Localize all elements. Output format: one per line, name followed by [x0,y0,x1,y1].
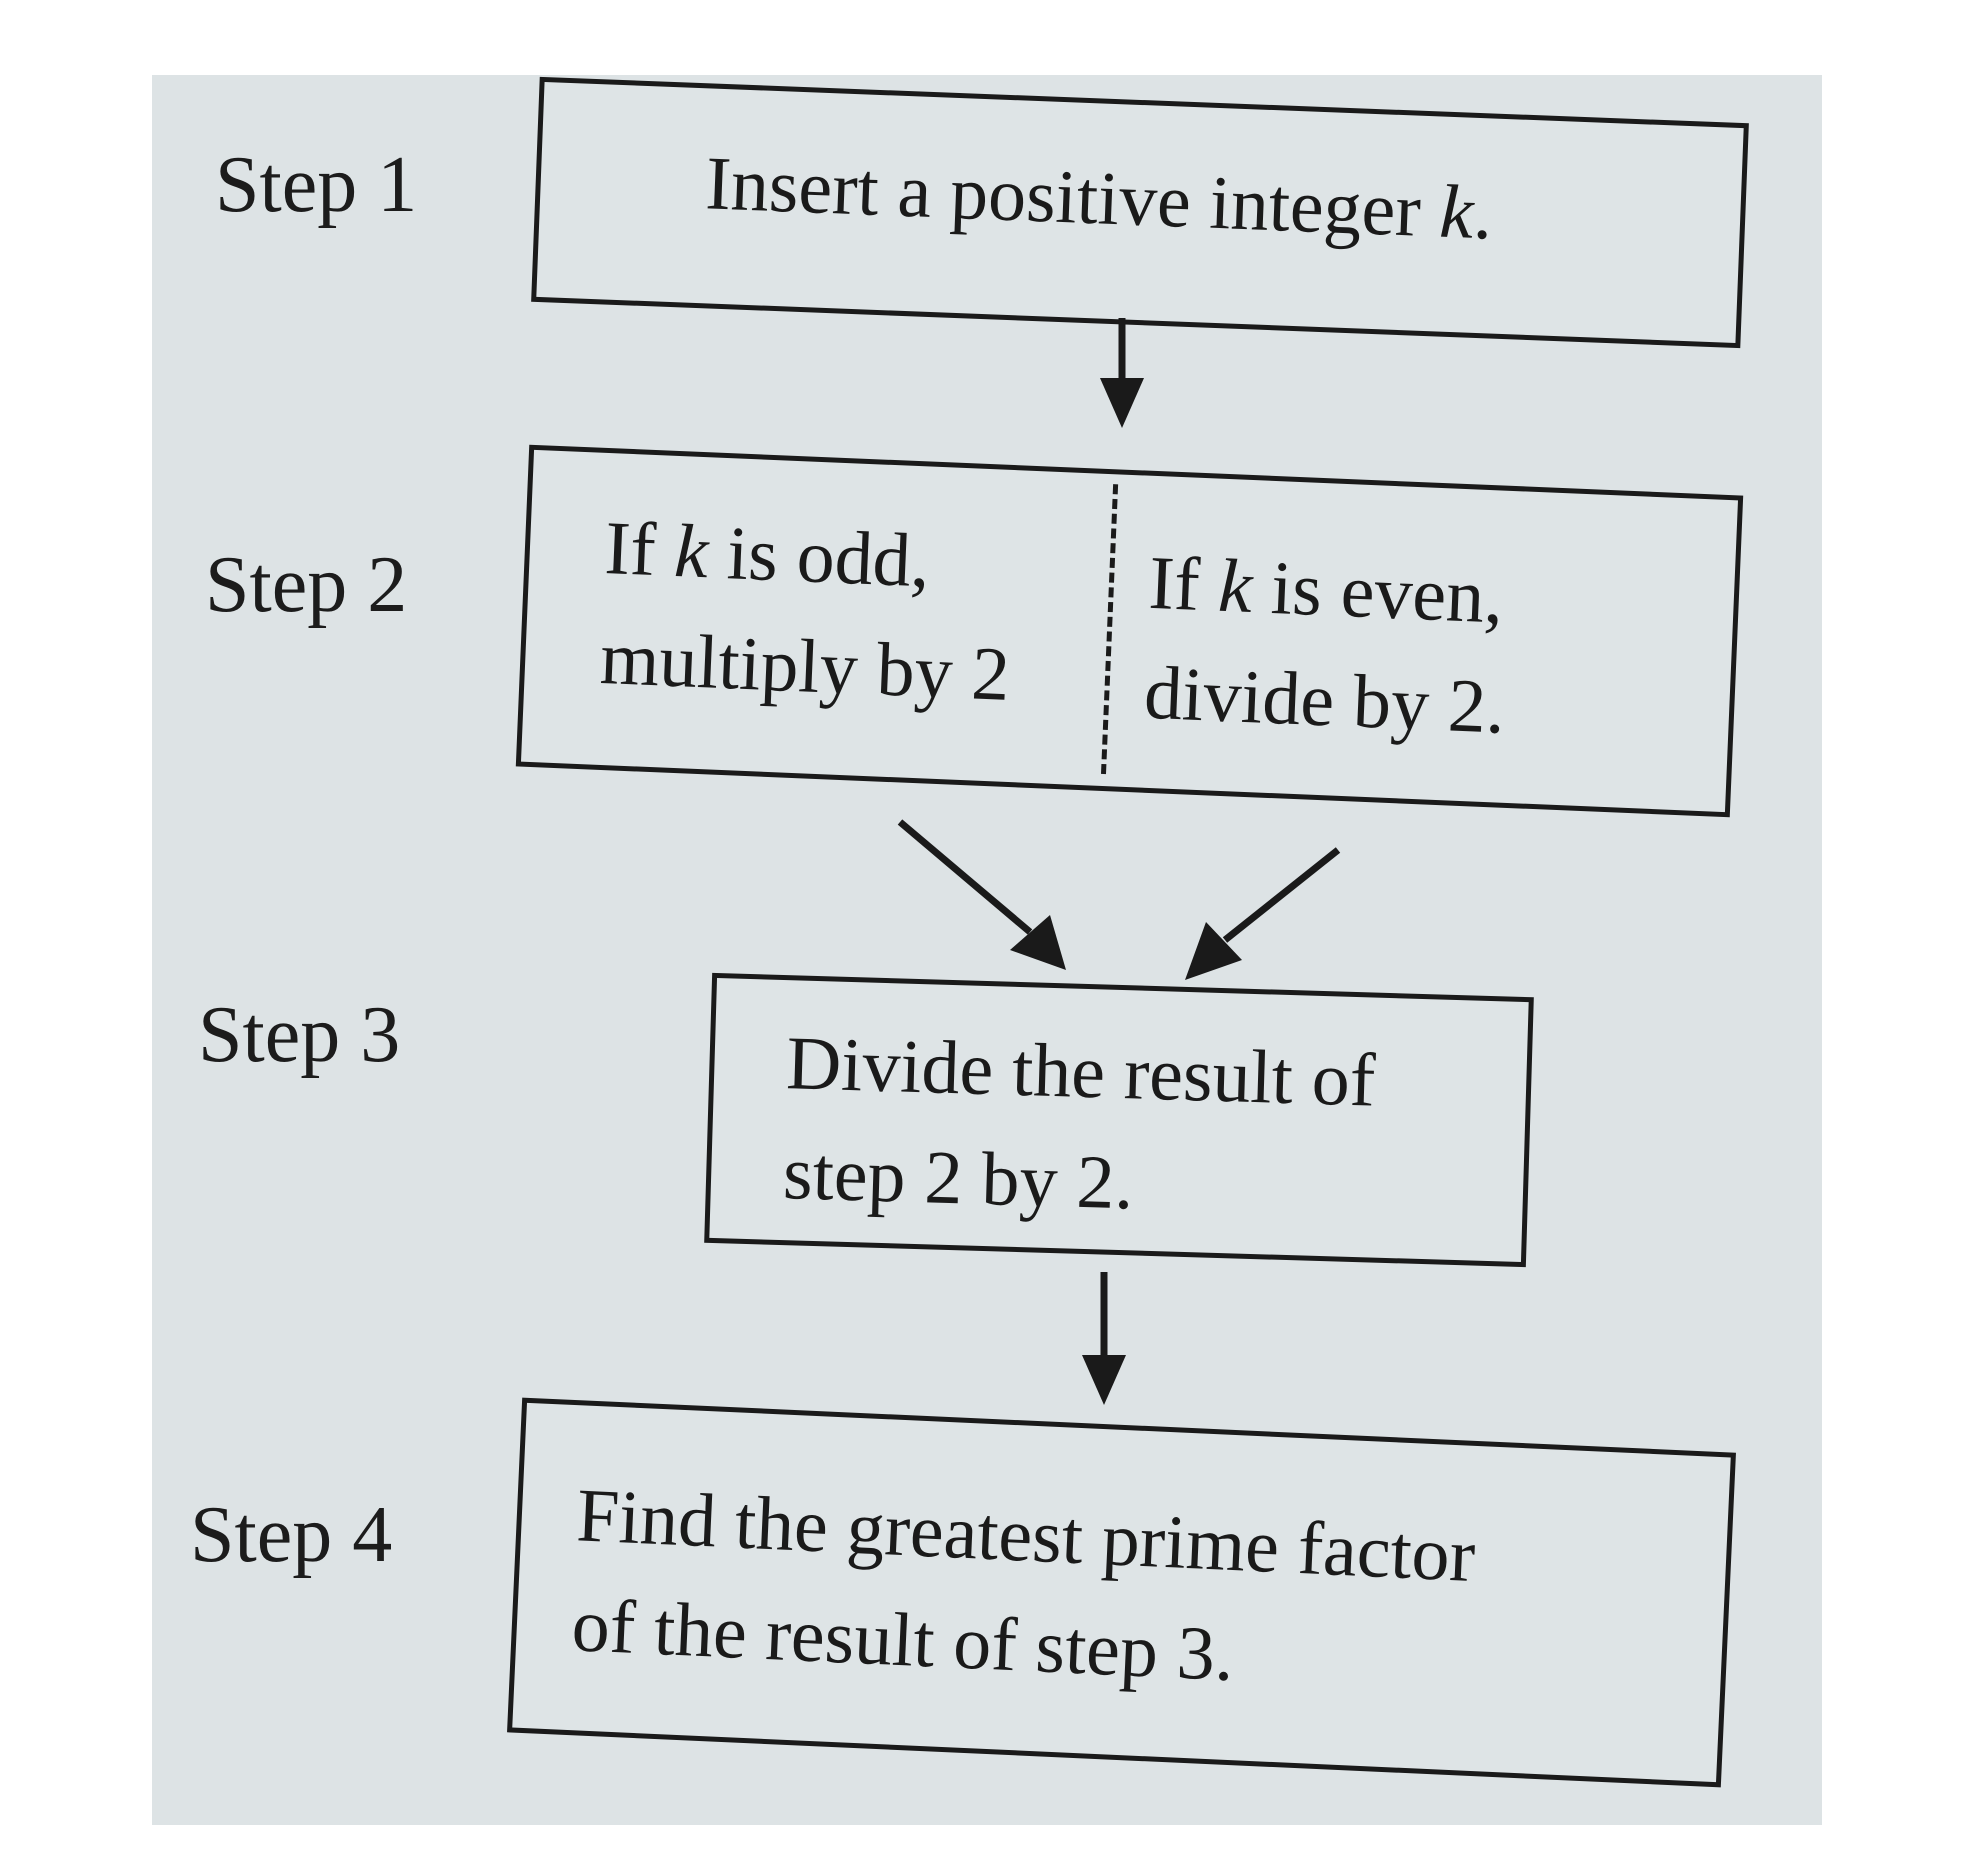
flow-arrows [897,318,1341,1405]
arrow-step1-to-step2 [1100,318,1144,428]
arrow-step3-to-step4 [1082,1272,1126,1405]
arrow-odd-to-step3 [897,819,1066,970]
arrow-even-to-step3 [1185,847,1341,980]
